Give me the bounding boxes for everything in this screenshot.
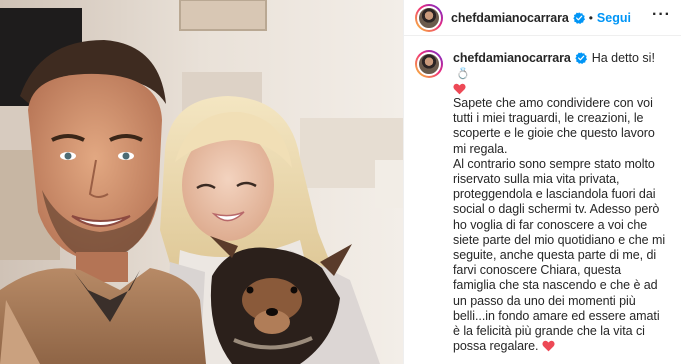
post-side-panel: chefdamianocarrara • Segui ··· chefdamia… bbox=[403, 0, 681, 364]
caption-paragraph-2: Al contrario sono sempre stato molto ris… bbox=[453, 157, 667, 355]
verified-badge-icon bbox=[575, 52, 587, 64]
caption-lead-text: Ha detto si! bbox=[591, 51, 655, 65]
caption-text: Sapete che amo condividere con voi tutti… bbox=[453, 96, 667, 354]
caption-username[interactable]: chefdamianocarrara bbox=[453, 50, 571, 66]
avatar-image bbox=[417, 52, 441, 76]
post-photo[interactable] bbox=[0, 0, 403, 364]
header-separator: • bbox=[588, 10, 593, 25]
caption-body: chefdamianocarrara Ha detto si! 💍 Sapete… bbox=[453, 50, 667, 354]
red-heart-icon bbox=[542, 341, 556, 352]
post-header: chefdamianocarrara • Segui ··· bbox=[404, 0, 681, 36]
verified-badge-icon bbox=[573, 11, 585, 24]
avatar-image bbox=[417, 5, 441, 30]
instagram-post: chefdamianocarrara • Segui ··· chefdamia… bbox=[0, 0, 681, 364]
couple-selfie-image bbox=[0, 0, 403, 364]
profile-avatar[interactable] bbox=[415, 3, 443, 32]
ring-emoji-icon: 💍 bbox=[456, 68, 470, 80]
red-heart-icon bbox=[453, 83, 466, 95]
caption-avatar[interactable] bbox=[415, 50, 443, 78]
caption-head: chefdamianocarrara Ha detto si! 💍 bbox=[453, 50, 667, 82]
header-username[interactable]: chefdamianocarrara bbox=[451, 11, 569, 25]
more-options-icon[interactable]: ··· bbox=[652, 6, 671, 26]
follow-button[interactable]: Segui bbox=[597, 11, 631, 25]
post-caption: chefdamianocarrara Ha detto si! 💍 Sapete… bbox=[404, 36, 681, 354]
caption-paragraph-2-text: Al contrario sono sempre stato molto ris… bbox=[453, 156, 666, 354]
caption-paragraph-1: Sapete che amo condividere con voi tutti… bbox=[453, 96, 655, 156]
